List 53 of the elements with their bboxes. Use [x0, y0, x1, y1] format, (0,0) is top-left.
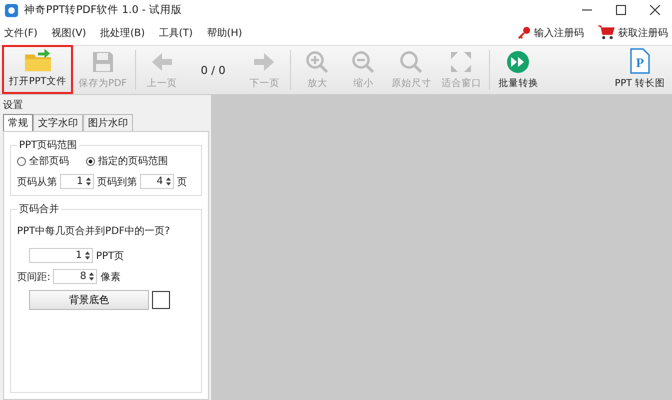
field-label: 页码到第: [97, 176, 137, 188]
app-logo-icon: [4, 2, 19, 18]
zoom-in-icon: [305, 50, 330, 74]
color-swatch[interactable]: [152, 291, 170, 309]
unit-label: 页: [177, 176, 187, 188]
spinner-arrows-icon[interactable]: [85, 251, 90, 260]
document-p-icon: P: [630, 48, 650, 74]
key-icon: [517, 26, 531, 40]
field-label: 页间距:: [17, 270, 50, 284]
spinner-arrows-icon[interactable]: [166, 177, 171, 186]
field-label: 页码从第: [17, 176, 57, 188]
page-counter: 0 / 0: [200, 64, 226, 76]
spin-box[interactable]: 8: [53, 269, 98, 284]
magnifier-icon: [399, 50, 424, 74]
spin-box[interactable]: 1: [29, 248, 93, 263]
unit-label: 像素: [100, 270, 120, 284]
group-title: 页码合并: [18, 202, 60, 216]
maximize-icon[interactable]: [616, 5, 626, 15]
spin-box[interactable]: 4: [140, 174, 174, 189]
radio-label[interactable]: 指定的页码范围: [98, 154, 168, 168]
unit-label: PPT页: [96, 250, 124, 262]
left-arrow-icon: [150, 50, 174, 74]
right-arrow-icon: [252, 50, 276, 74]
close-icon[interactable]: [650, 5, 660, 15]
tab[interactable]: 常规: [3, 114, 33, 131]
menu-item[interactable]: 批处理(B): [100, 26, 145, 40]
radio-button[interactable]: [17, 156, 26, 166]
group-title: PPT页码范围: [18, 138, 78, 152]
radio-button[interactable]: [86, 156, 95, 166]
toolbar-button[interactable]: 打开PPT文件: [4, 47, 72, 92]
expand-arrows-icon: [449, 50, 474, 74]
toolbar-button[interactable]: 批量转换: [493, 46, 544, 94]
fast-forward-icon: [506, 50, 530, 74]
radio-label[interactable]: 全部页码: [29, 154, 69, 168]
menu-item[interactable]: 工具(T): [158, 26, 193, 40]
tab[interactable]: 文字水印: [33, 114, 83, 131]
spinner-arrows-icon[interactable]: [89, 272, 94, 281]
menu-item[interactable]: 视图(V): [52, 26, 86, 40]
toolbar-button[interactable]: P PPT 转长图: [610, 46, 670, 94]
background-color-button[interactable]: 背景底色: [29, 290, 149, 310]
register-link[interactable]: 输入注册码: [534, 26, 584, 40]
cart-icon: [598, 25, 615, 40]
tab[interactable]: 图片水印: [83, 114, 133, 131]
spinner-arrows-icon[interactable]: [86, 177, 91, 186]
register-link[interactable]: 获取注册码: [618, 26, 668, 40]
zoom-out-icon: [351, 50, 376, 74]
question-text: PPT中每几页合并到PDF中的一页?: [17, 224, 171, 238]
window-title: 神奇PPT转PDF软件 1.0 - 试用版: [24, 3, 182, 17]
spin-box[interactable]: 1: [60, 174, 94, 189]
menu-item[interactable]: 文件(F): [4, 26, 38, 40]
panel-title: 设置: [3, 98, 24, 112]
folder-icon: [24, 48, 52, 72]
menu-item[interactable]: 帮助(H): [206, 26, 242, 40]
